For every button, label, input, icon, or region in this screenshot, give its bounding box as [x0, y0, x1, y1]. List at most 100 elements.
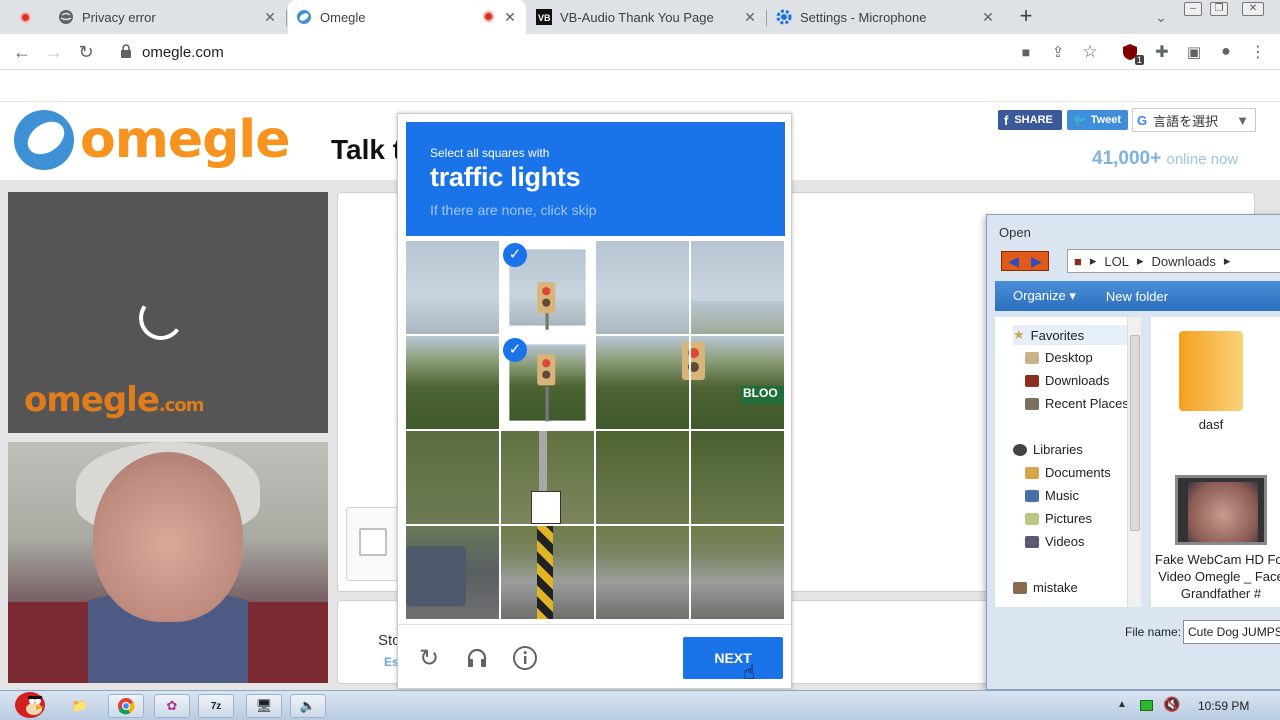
grid-tile[interactable]: BLOO	[691, 336, 784, 429]
nav-recent-places[interactable]: Recent Places	[1025, 396, 1129, 411]
path-separator-icon: ▸	[1223, 253, 1231, 268]
next-button[interactable]: NEXT	[683, 637, 783, 679]
grid-tile[interactable]	[691, 431, 784, 524]
show-hidden-icons-icon[interactable]: ▲	[1117, 699, 1127, 710]
close-tab-icon[interactable]: ✕	[502, 9, 518, 25]
nav-videos[interactable]: Videos	[1025, 534, 1085, 549]
reload-challenge-icon[interactable]: ↻	[416, 645, 442, 672]
nav-downloads[interactable]: Downloads	[1025, 373, 1109, 388]
tab-recording-indicator[interactable]	[0, 0, 46, 34]
dialog-back-icon[interactable]: ◀	[1002, 252, 1025, 270]
grid-tile-selected[interactable]: ✓	[501, 241, 594, 334]
nav-pictures[interactable]: Pictures	[1025, 511, 1092, 526]
start-button-angry-bird-icon[interactable]	[8, 685, 48, 719]
tab-settings-microphone[interactable]: Settings - Microphone ✕	[768, 0, 1004, 34]
nav-documents[interactable]: Documents	[1025, 465, 1111, 480]
tab-vb-audio[interactable]: VB VB-Audio Thank You Page ✕	[528, 0, 767, 34]
new-tab-button[interactable]: +	[1016, 3, 1036, 28]
side-panel-icon[interactable]: ▣	[1184, 42, 1204, 62]
filename-input[interactable]: Cute Dog JUMPSCARE	[1183, 620, 1280, 644]
breadcrumb-item[interactable]: Downloads	[1152, 254, 1216, 269]
nav-pane-scrollbar[interactable]	[1127, 317, 1141, 607]
nav-libraries[interactable]: Libraries	[1013, 442, 1083, 457]
menu-kebab-icon[interactable]: ⋮	[1248, 42, 1268, 62]
dialog-command-bar: Organize ▾ New folder	[995, 281, 1280, 311]
extensions-puzzle-icon[interactable]: ✚	[1152, 42, 1172, 62]
nav-desktop[interactable]: Desktop	[1025, 350, 1093, 365]
google-translate-select[interactable]: G 言語を選択 ▼	[1132, 108, 1256, 132]
app-taskbar-icon[interactable]: ✿	[154, 694, 190, 718]
tab-separator	[286, 10, 287, 26]
minimize-icon[interactable]: –	[1184, 2, 1202, 16]
path-separator-icon: ▸	[1136, 253, 1144, 268]
dialog-forward-icon[interactable]: ▶	[1025, 252, 1048, 270]
facebook-share-button[interactable]: f SHARE	[998, 110, 1062, 130]
grid-tile[interactable]	[596, 431, 689, 524]
network-app-taskbar-icon[interactable]: 🖥	[246, 694, 282, 718]
grid-tile[interactable]	[501, 526, 594, 619]
info-icon[interactable]	[512, 645, 538, 671]
grid-tile[interactable]	[406, 526, 499, 619]
challenge-footer: ↻ NEXT ☝	[398, 624, 791, 688]
grid-tile[interactable]	[406, 336, 499, 429]
organize-button[interactable]: Organize ▾	[1013, 288, 1076, 304]
nav-label: Recent Places	[1045, 396, 1129, 411]
close-tab-icon[interactable]: ✕	[980, 9, 996, 25]
nav-favorites[interactable]: ★ Favorites	[1013, 325, 1133, 345]
video-thumbnail	[1175, 475, 1267, 545]
dialog-breadcrumb[interactable]: ■ ▸ LOL ▸ Downloads ▸	[1067, 249, 1280, 273]
grid-tile[interactable]	[691, 241, 784, 334]
camera-icon[interactable]: ■	[1016, 42, 1036, 62]
recaptcha-checkbox[interactable]	[359, 528, 387, 556]
grid-tile[interactable]	[596, 336, 689, 429]
tray-green-icon[interactable]	[1140, 700, 1153, 711]
taskbar-clock[interactable]: 10:59 PM	[1198, 699, 1249, 713]
nav-mistake[interactable]: mistake	[1013, 580, 1078, 595]
close-tab-icon[interactable]: ✕	[262, 9, 278, 25]
audio-challenge-headphones-icon[interactable]	[464, 645, 490, 671]
gear-icon	[776, 9, 792, 25]
grid-tile[interactable]	[596, 241, 689, 334]
explorer-taskbar-icon[interactable]: 📁	[62, 694, 98, 718]
challenge-target: traffic lights	[430, 162, 581, 192]
nav-music[interactable]: Music	[1025, 488, 1079, 503]
grid-tile-selected[interactable]: ✓	[501, 336, 594, 429]
nav-label: Libraries	[1033, 442, 1083, 457]
nav-label: Documents	[1045, 465, 1111, 480]
tab-omegle[interactable]: Omegle ✕	[288, 0, 526, 34]
close-window-icon[interactable]: ✕	[1242, 2, 1264, 16]
chrome-taskbar-icon[interactable]	[108, 694, 144, 718]
grid-tile[interactable]	[406, 241, 499, 334]
dialog-title: Open	[999, 225, 1031, 240]
close-tab-icon[interactable]: ✕	[742, 9, 758, 25]
volume-muted-icon[interactable]: 🔇	[1163, 696, 1180, 713]
dialog-file-view: dasf Fake WebCam HD For Video Omegle _ F…	[1151, 317, 1280, 607]
scrollbar-thumb[interactable]	[1130, 335, 1140, 531]
address-bar[interactable]: omegle.com	[108, 37, 1108, 67]
speaker-app-taskbar-icon[interactable]: 🔈	[290, 694, 326, 718]
7zip-taskbar-icon[interactable]: 7z	[198, 694, 234, 718]
bookmark-star-icon[interactable]: ☆	[1080, 42, 1100, 62]
omegle-logo[interactable]: omegle	[14, 110, 290, 170]
twitter-tweet-button[interactable]: 🐦 Tweet	[1067, 110, 1128, 130]
share-icon[interactable]: ⇪	[1048, 42, 1068, 62]
windows-taskbar: 📁 ✿ 7z 🖥 🔈 ▲ 🔇 10:59 PM	[0, 690, 1280, 720]
restore-icon[interactable]: ❐	[1210, 2, 1228, 16]
grid-tile[interactable]	[691, 526, 784, 619]
grid-tile[interactable]	[501, 431, 594, 524]
forward-arrow-icon[interactable]: →	[44, 42, 64, 62]
pictures-icon	[1025, 512, 1039, 525]
back-arrow-icon[interactable]: ←	[12, 42, 32, 62]
tab-search-chevron-icon[interactable]: ⌄	[1151, 7, 1171, 27]
reload-icon[interactable]: ↻	[76, 42, 96, 62]
ublock-extension-icon[interactable]: 1	[1120, 42, 1144, 65]
profile-avatar-icon[interactable]: ●	[1216, 42, 1236, 62]
translate-label: 言語を選択	[1153, 113, 1219, 129]
tab-privacy-error[interactable]: Privacy error ✕	[50, 0, 287, 34]
new-folder-button[interactable]: New folder	[1106, 289, 1168, 304]
grid-tile[interactable]	[596, 526, 689, 619]
tab-separator	[766, 10, 767, 26]
grid-tile[interactable]	[406, 431, 499, 524]
breadcrumb-item[interactable]: LOL	[1104, 254, 1129, 269]
organize-label: Organize	[1013, 288, 1066, 303]
